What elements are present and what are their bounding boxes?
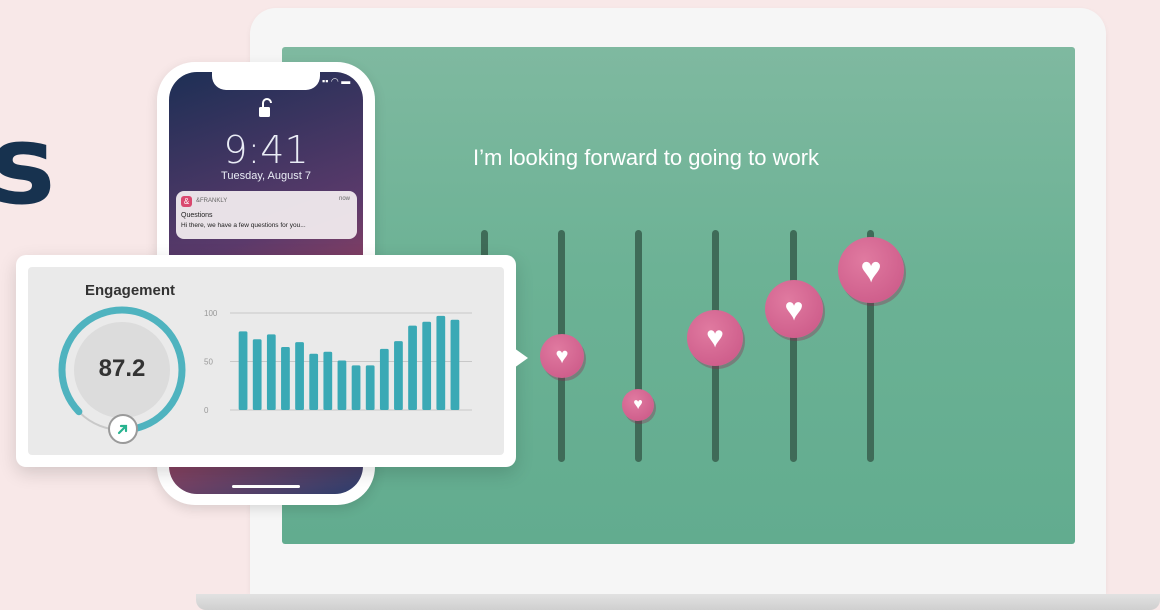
engagement-bar-chart: 0 50 100 <box>204 309 472 415</box>
status-bar-icons: ▪▪ ◠ ▬ <box>322 76 351 86</box>
phone-notch <box>212 72 320 90</box>
engagement-score: 87.2 <box>98 355 146 382</box>
y-tick-label: 0 <box>204 406 209 415</box>
lock-screen-time: 9:41 <box>223 128 309 172</box>
bar <box>323 351 333 410</box>
slider-track-5[interactable] <box>790 230 797 462</box>
y-tick-label: 50 <box>204 358 213 367</box>
bar <box>351 365 361 410</box>
slider-knob-5[interactable]: ♥ <box>765 280 823 338</box>
survey-question: I’m looking forward to going to work <box>473 145 820 170</box>
notification-card[interactable]: & &FRANKLY now Questions Hi there, we ha… <box>176 191 357 239</box>
heart-icon: ♥ <box>860 249 882 290</box>
heart-icon: ♥ <box>706 321 724 354</box>
slider-knob-6[interactable]: ♥ <box>838 237 904 303</box>
lock-screen-date: Tuesday, August 7 <box>221 170 311 182</box>
bar <box>238 331 248 410</box>
bar <box>252 339 262 410</box>
heart-icon: ♥ <box>784 291 804 327</box>
bar <box>266 334 276 410</box>
card-pointer <box>514 348 528 368</box>
arrow-up-right-icon <box>117 424 128 435</box>
notification-body: Hi there, we have a few questions for yo… <box>181 222 306 229</box>
heart-icon: ♥ <box>633 396 643 413</box>
bar <box>281 346 290 410</box>
bar <box>365 365 375 410</box>
bar <box>394 341 403 410</box>
notification-app-name: &FRANKLY <box>196 198 228 204</box>
slider-knob-4[interactable]: ♥ <box>687 310 743 366</box>
heart-icon: ♥ <box>555 343 569 368</box>
bar <box>422 321 432 410</box>
slider-track-3[interactable] <box>635 230 642 462</box>
bar <box>379 348 389 410</box>
bar <box>450 319 460 410</box>
laptop-base <box>196 594 1160 610</box>
trend-badge <box>108 414 138 444</box>
bar <box>309 353 319 410</box>
notification-title: Questions <box>181 212 213 219</box>
partial-heading-letter: s <box>0 101 56 229</box>
home-indicator <box>232 485 300 488</box>
bar <box>337 360 347 410</box>
unlock-icon <box>259 98 272 117</box>
app-icon: & <box>181 196 192 207</box>
slider-knob-2[interactable]: ♥ <box>540 334 584 378</box>
y-tick-label: 100 <box>204 309 218 318</box>
engagement-title: Engagement <box>85 282 176 299</box>
slider-knob-3[interactable]: ♥ <box>622 389 654 421</box>
bar <box>408 325 417 410</box>
bar <box>295 342 304 410</box>
notification-time: now <box>338 196 350 202</box>
bar <box>436 315 446 410</box>
